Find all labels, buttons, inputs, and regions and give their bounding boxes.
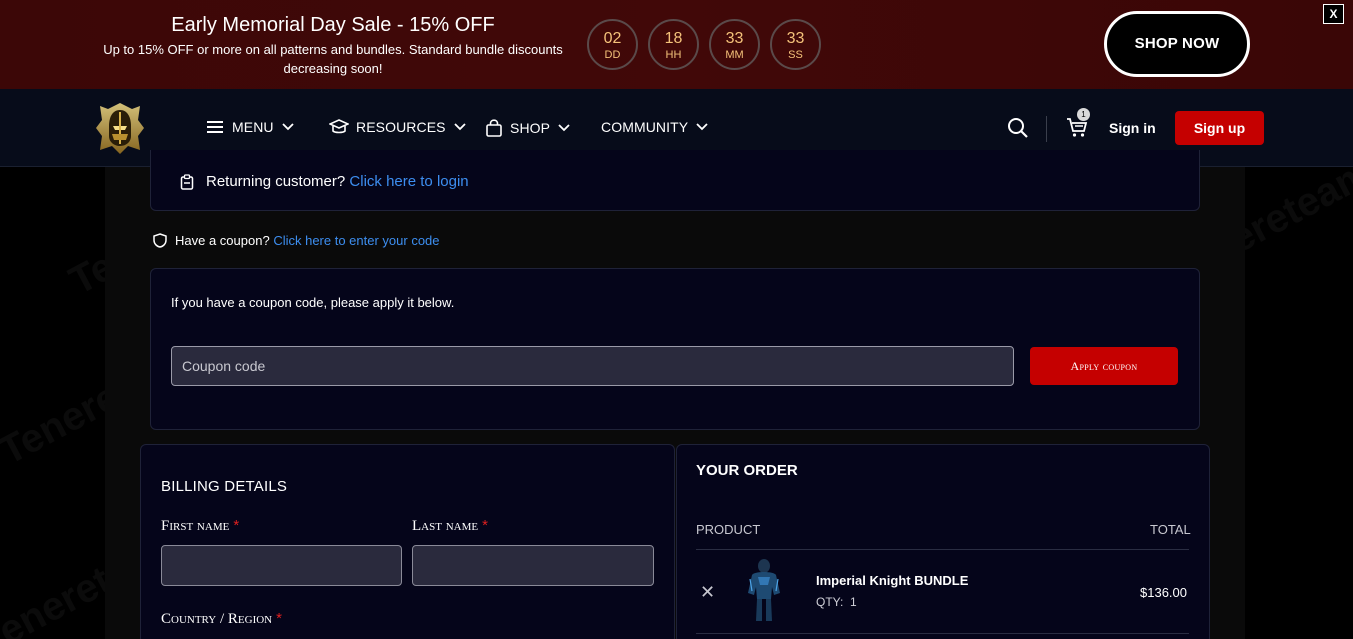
last-name-label: Last name * (412, 517, 488, 535)
nav-divider (1046, 116, 1047, 142)
nav-menu-label: MENU (232, 119, 274, 135)
billing-title: BILLING DETAILS (161, 478, 288, 495)
coupon-notice: Have a coupon? Click here to enter your … (153, 233, 440, 248)
nav-resources[interactable]: RESOURCES (329, 119, 467, 135)
product-thumbnail[interactable] (738, 557, 790, 625)
nav-resources-label: RESOURCES (356, 119, 446, 135)
countdown-unit: MM (725, 49, 744, 61)
nav-shop[interactable]: SHOP (485, 119, 571, 137)
order-title: YOUR ORDER (696, 462, 798, 479)
sign-up-button[interactable]: Sign up (1175, 111, 1264, 145)
hamburger-icon (207, 121, 223, 133)
order-col-product: PRODUCT (696, 522, 761, 537)
countdown-minutes: 33 MM (709, 19, 760, 70)
returning-customer-text: Returning customer? (206, 173, 346, 190)
quantity-value: 1 (850, 595, 857, 609)
country-region-label-text: Country / Region (161, 611, 273, 627)
nav-shop-label: SHOP (510, 120, 551, 136)
coupon-code-input[interactable] (171, 346, 1014, 386)
shield-icon (153, 233, 167, 248)
chevron-down-icon (281, 123, 294, 131)
order-divider (696, 633, 1189, 634)
promo-subtitle: Up to 15% OFF or more on all patterns an… (103, 42, 563, 76)
product-total: $136.00 (1140, 585, 1187, 600)
first-name-label: First name * (161, 517, 239, 535)
product-quantity: QTY: 1 (816, 595, 857, 609)
returning-customer-row: Returning customer? Click here to login (180, 173, 469, 190)
coupon-instructions: If you have a coupon code, please apply … (171, 295, 455, 310)
promo-banner: Early Memorial Day Sale - 15% OFF Up to … (0, 0, 1353, 89)
shop-now-button[interactable]: SHOP NOW (1104, 11, 1250, 77)
country-region-label: Country / Region * (161, 610, 282, 628)
quantity-label: QTY: (816, 595, 844, 609)
last-name-field[interactable] (412, 545, 654, 586)
graduation-cap-icon (329, 119, 349, 134)
enter-coupon-link[interactable]: Click here to enter your code (273, 233, 439, 248)
clipboard-icon (180, 173, 194, 190)
chevron-down-icon (696, 123, 708, 131)
nav-community-label: COMMUNITY (601, 119, 689, 135)
countdown-value: 33 (786, 30, 805, 47)
shopping-bag-icon (486, 119, 502, 137)
required-asterisk: * (482, 517, 488, 534)
countdown-value: 02 (603, 30, 622, 47)
search-icon[interactable] (1007, 117, 1029, 139)
chevron-down-icon (453, 123, 466, 131)
countdown-value: 33 (725, 30, 744, 47)
first-name-label-text: First name (161, 518, 230, 534)
countdown-value: 18 (664, 30, 683, 47)
login-link[interactable]: Click here to login (349, 173, 468, 190)
product-name: Imperial Knight BUNDLE (816, 573, 969, 588)
sign-in-link[interactable]: Sign in (1109, 120, 1156, 136)
apply-coupon-button[interactable]: Apply coupon (1030, 347, 1178, 385)
cart-count-badge: 1 (1077, 108, 1090, 121)
required-asterisk: * (276, 610, 282, 627)
order-col-total: TOTAL (1150, 522, 1191, 537)
countdown-hours: 18 HH (648, 19, 699, 70)
countdown-seconds: 33 SS (770, 19, 821, 70)
chevron-down-icon (558, 124, 570, 132)
nav-menu[interactable]: MENU (207, 119, 295, 135)
last-name-label-text: Last name (412, 518, 479, 534)
countdown-unit: HH (665, 49, 682, 61)
coupon-question: Have a coupon? (175, 233, 270, 248)
first-name-field[interactable] (161, 545, 402, 586)
countdown-days: 02 DD (587, 19, 638, 70)
countdown-unit: DD (604, 49, 621, 61)
order-divider (696, 549, 1189, 550)
remove-item-button[interactable]: ✕ (700, 582, 715, 603)
knight-helmet-logo-icon[interactable] (92, 100, 148, 156)
required-asterisk: * (233, 517, 240, 534)
nav-community[interactable]: COMMUNITY (601, 119, 709, 135)
countdown-unit: SS (788, 49, 803, 61)
close-banner-button[interactable]: X (1323, 4, 1344, 24)
promo-title: Early Memorial Day Sale - 15% OFF (171, 14, 495, 36)
